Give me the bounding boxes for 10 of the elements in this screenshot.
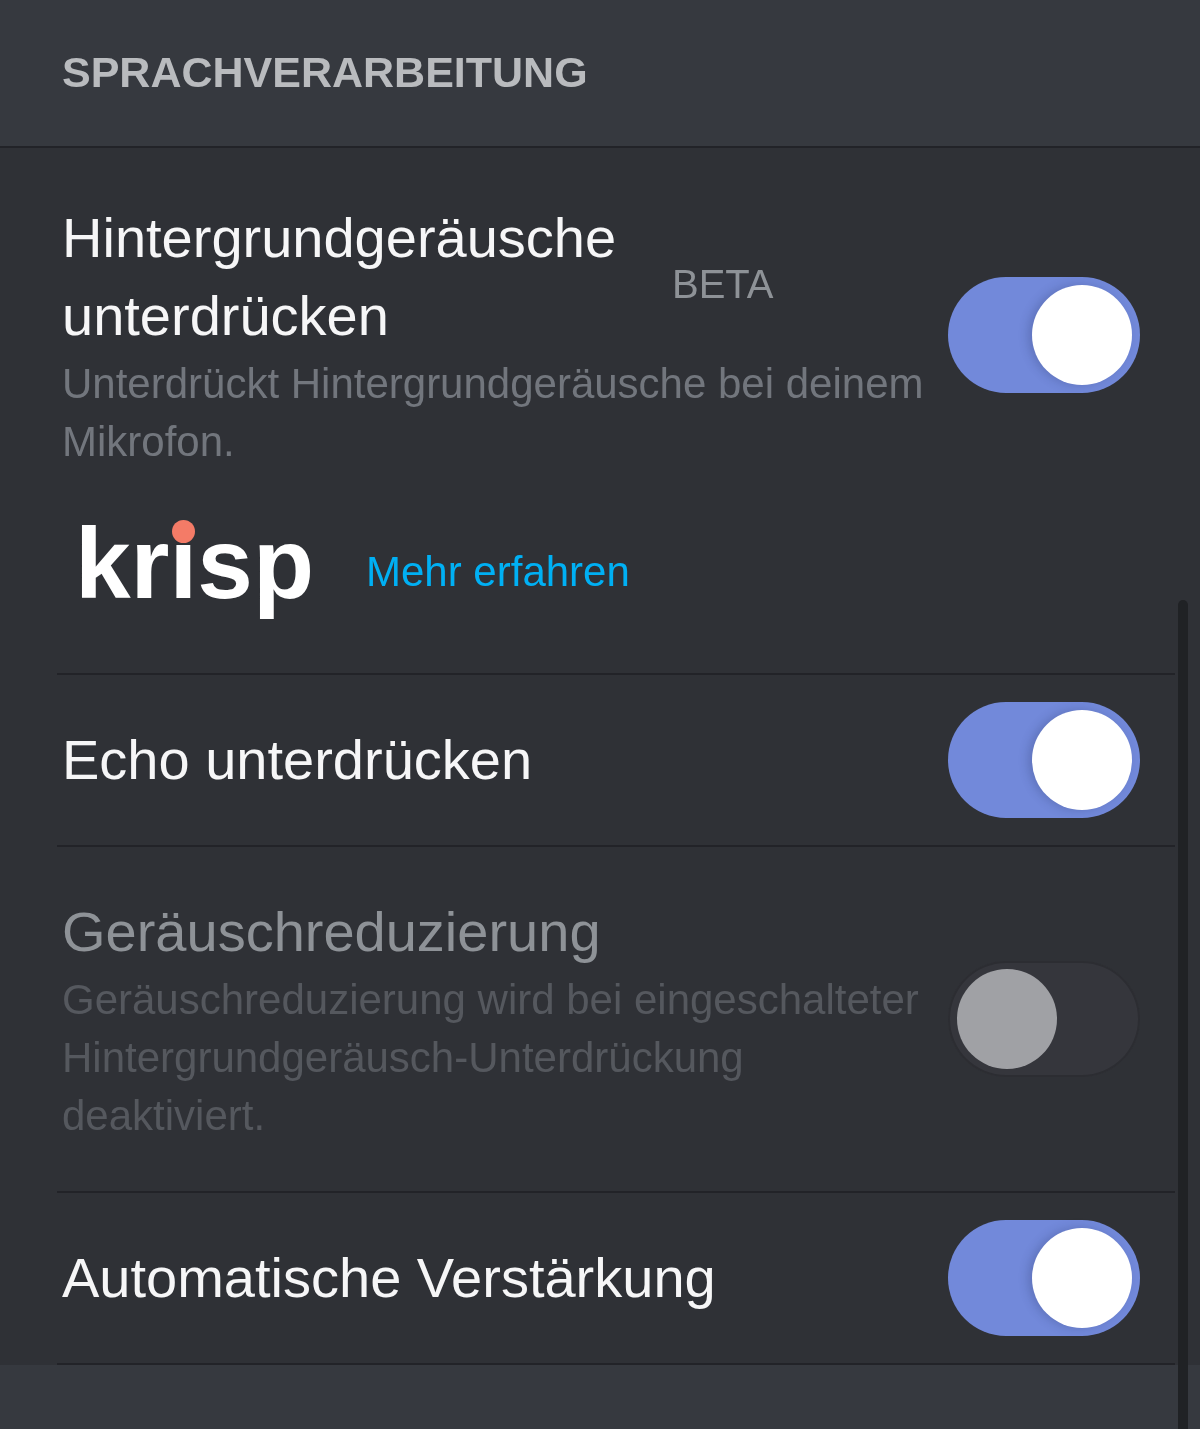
section-title: SPRACHVERARBEITUNG <box>62 47 588 99</box>
krisp-logo: krisp <box>75 506 314 621</box>
setting-title: Automatische Verstärkung <box>62 1245 716 1311</box>
setting-title: Echo unterdrücken <box>62 727 533 793</box>
setting-title: Hintergrundgeräusche unterdrücken <box>62 205 618 349</box>
beta-label: BETA <box>672 262 774 306</box>
setting-description: Unterdrückt Hintergrundgeräusche bei deinem Mikrofon. <box>62 359 925 467</box>
learn-more-link[interactable]: Mehr erfahren <box>366 546 630 598</box>
setting-title: Geräuschreduzierung <box>62 899 601 965</box>
scrollbar[interactable] <box>1178 600 1188 1429</box>
